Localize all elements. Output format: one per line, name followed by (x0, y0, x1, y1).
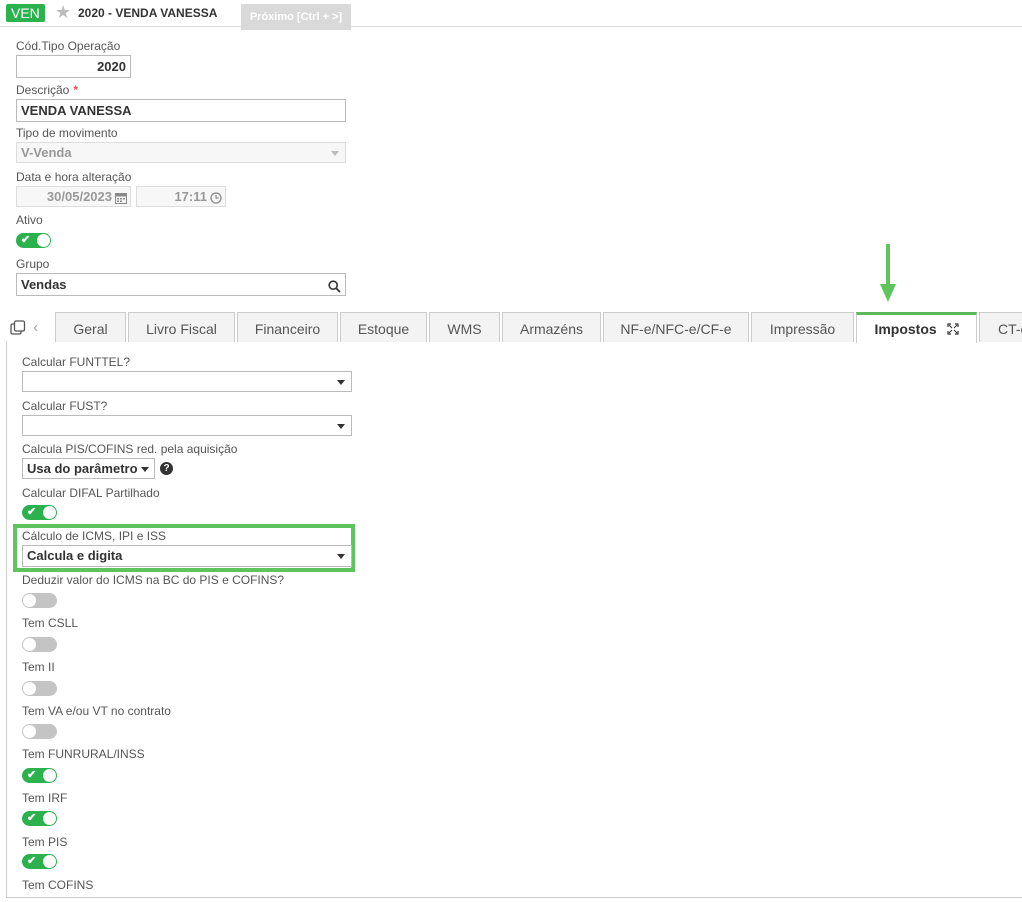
search-icon[interactable] (328, 278, 341, 293)
funrural-label: Tem FUNRURAL/INSS (22, 747, 145, 761)
pis-toggle[interactable]: ✔ (22, 854, 57, 869)
chevron-down-icon (337, 380, 345, 385)
calendar-icon[interactable] (115, 190, 127, 204)
check-icon: ✔ (21, 234, 31, 246)
tab-nfe[interactable]: NF-e/NFC-e/CF-e (603, 312, 749, 342)
calc-icms-label: Cálculo de ICMS, IPI e ISS (22, 529, 167, 543)
va-vt-label: Tem VA e/ou VT no contrato (22, 704, 171, 718)
next-button[interactable]: Próximo [Ctrl + >] (241, 4, 351, 30)
descricao-input[interactable]: VENDA VANESSA (16, 99, 346, 122)
pis-cofins-red-value: Usa do parâmetro (27, 461, 138, 476)
check-icon: ✔ (27, 855, 37, 867)
clock-icon[interactable] (210, 190, 222, 204)
help-icon[interactable]: ? (160, 462, 173, 475)
calc-icms-select[interactable]: Calcula e digita (22, 545, 352, 567)
data-value: 30/05/2023 (46, 189, 112, 204)
data-input[interactable]: 30/05/2023 (16, 186, 131, 207)
pis-cofins-red-label: Calcula PIS/COFINS red. pela aquisição (22, 442, 238, 456)
cod-tipo-label: Cód.Tipo Operação (16, 39, 121, 53)
tab-estoque[interactable]: Estoque (340, 312, 427, 342)
tipo-mov-select[interactable]: V-Venda (16, 142, 346, 163)
cod-tipo-input[interactable]: 2020 (16, 55, 131, 78)
csll-label: Tem CSLL (22, 616, 79, 630)
descricao-label-text: Descrição (16, 83, 70, 97)
descricao-label: Descrição * (16, 83, 78, 97)
module-badge: VEN (6, 4, 45, 22)
tab-impostos[interactable]: Impostos (856, 312, 977, 343)
chevron-down-icon (337, 424, 345, 429)
difal-label: Calcular DIFAL Partilhado (22, 486, 160, 500)
funrural-toggle[interactable]: ✔ (22, 768, 57, 783)
tab-impostos-label: Impostos (874, 321, 937, 337)
annotation-arrow-icon (880, 244, 896, 304)
expand-icon[interactable] (946, 316, 959, 335)
tab-geral[interactable]: Geral (55, 312, 126, 342)
ii-toggle[interactable] (22, 681, 57, 696)
ativo-label: Ativo (16, 213, 43, 227)
deduzir-toggle[interactable] (22, 593, 57, 608)
required-asterisk: * (73, 83, 79, 97)
tipo-mov-value: V-Venda (21, 145, 72, 160)
duplicate-icon[interactable] (10, 320, 26, 336)
tab-livro-fiscal[interactable]: Livro Fiscal (128, 312, 235, 342)
check-icon: ✔ (27, 506, 37, 518)
chevron-down-icon (337, 554, 345, 559)
hora-value: 17:11 (174, 189, 207, 204)
check-icon: ✔ (27, 812, 37, 824)
va-vt-toggle[interactable] (22, 724, 57, 739)
ativo-toggle[interactable]: ✔ (16, 233, 51, 248)
pis-cofins-red-select[interactable]: Usa do parâmetro (22, 458, 155, 479)
deduzir-label: Deduzir valor do ICMS na BC do PIS e COF… (22, 573, 285, 587)
irf-toggle[interactable]: ✔ (22, 811, 57, 826)
pis-label: Tem PIS (22, 835, 68, 849)
difal-toggle[interactable]: ✔ (22, 505, 57, 520)
page-title: 2020 - VENDA VANESSA (78, 6, 218, 20)
tipo-mov-label: Tipo de movimento (16, 126, 118, 140)
hora-input[interactable]: 17:11 (136, 186, 226, 207)
tab-bar: ‹ Geral Livro Fiscal Financeiro Estoque … (0, 312, 1022, 343)
funttel-label: Calcular FUNTTEL? (22, 355, 131, 369)
grupo-input[interactable]: Vendas (16, 273, 346, 296)
grupo-value: Vendas (21, 277, 67, 292)
tab-cte[interactable]: CT-e (979, 312, 1022, 342)
tab-financeiro[interactable]: Financeiro (237, 312, 338, 342)
ii-label: Tem II (22, 660, 55, 674)
chevron-down-icon (331, 151, 339, 156)
tab-armazens[interactable]: Armazéns (502, 312, 601, 342)
irf-label: Tem IRF (22, 791, 68, 805)
check-icon: ✔ (27, 769, 37, 781)
tab-impressao[interactable]: Impressão (751, 312, 854, 342)
fust-label: Calcular FUST? (22, 399, 108, 413)
fust-select[interactable] (22, 415, 352, 436)
chevron-left-icon[interactable]: ‹ (33, 319, 38, 337)
top-bar: VEN ★ 2020 - VENDA VANESSA (0, 0, 1022, 27)
funttel-select[interactable] (22, 371, 352, 392)
chevron-down-icon (141, 467, 149, 472)
calc-icms-value: Calcula e digita (27, 548, 123, 563)
cofins-label: Tem COFINS (22, 878, 94, 892)
tab-wms[interactable]: WMS (429, 312, 500, 342)
data-hora-label: Data e hora alteração (16, 170, 132, 184)
grupo-label: Grupo (16, 257, 50, 271)
csll-toggle[interactable] (22, 637, 57, 652)
favorite-star-icon[interactable]: ★ (55, 2, 71, 23)
